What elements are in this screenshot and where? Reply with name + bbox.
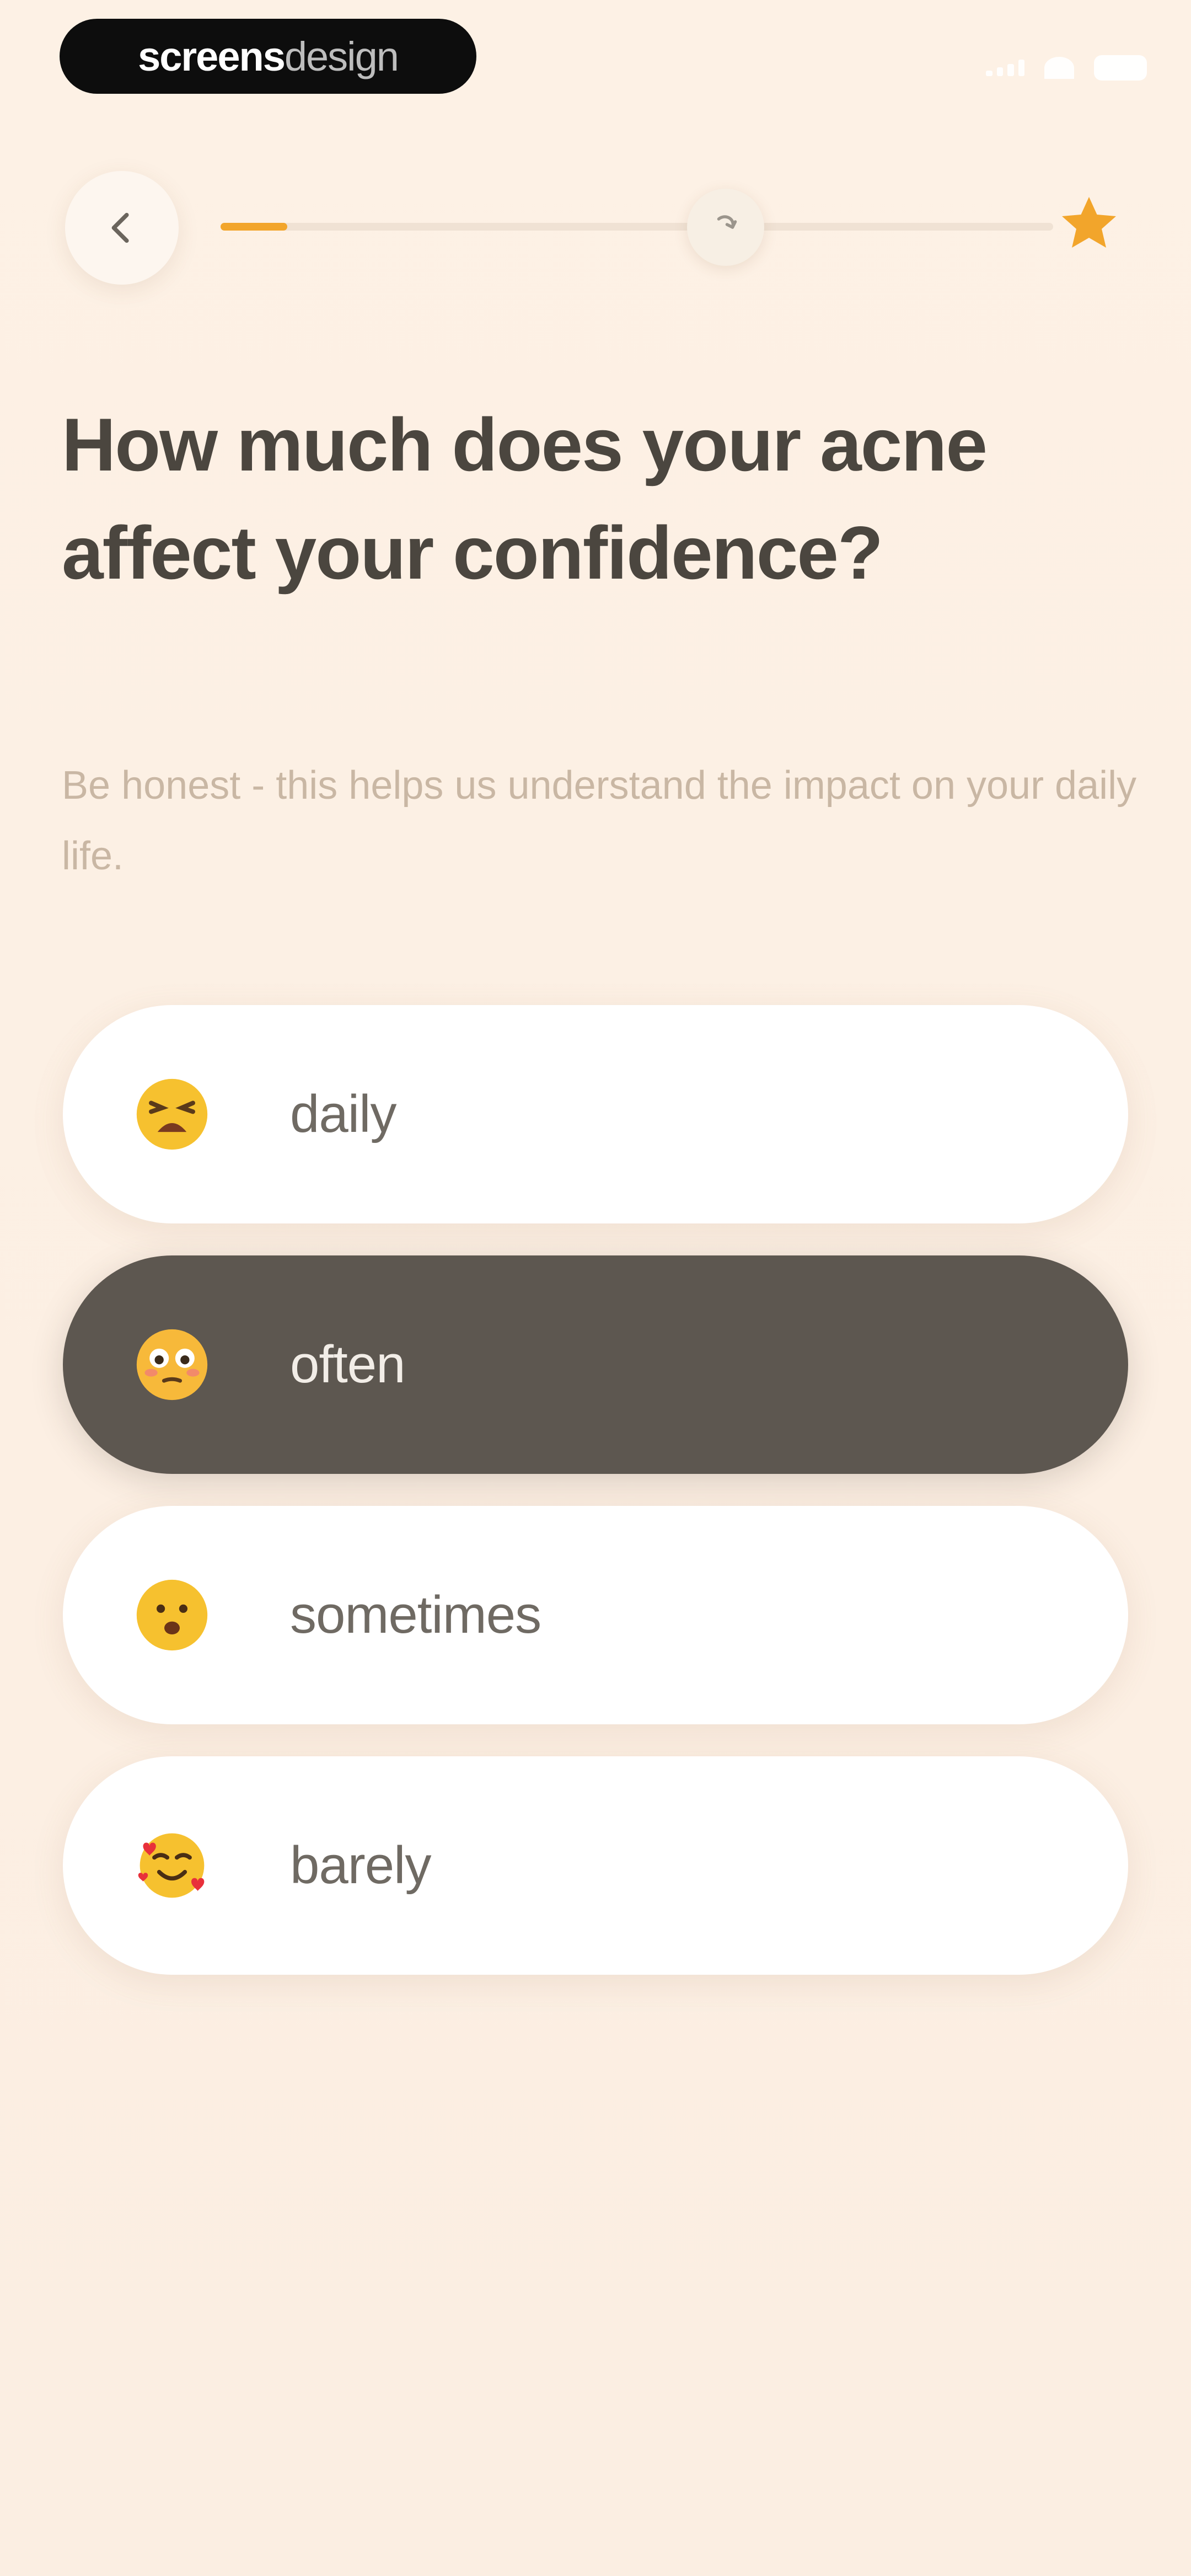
progress-track [221, 223, 1053, 231]
watermark-text-light: design [284, 33, 399, 79]
milestone-marker [687, 189, 764, 266]
watermark-text-bold: screens [138, 33, 286, 79]
option-label: barely [290, 1836, 431, 1895]
signal-icon [986, 60, 1024, 76]
back-button[interactable] [65, 171, 179, 285]
tired-face-emoji [136, 1078, 208, 1150]
answer-options: daily often sometimes barely [63, 1005, 1128, 2007]
anguished-face-emoji [136, 1579, 208, 1651]
status-bar-icons [986, 55, 1147, 81]
question-title: How much does your acne affect your conf… [62, 403, 988, 595]
option-daily[interactable]: daily [63, 1005, 1128, 1223]
smiling-hearts-face-emoji [138, 1833, 205, 1898]
star-icon [1062, 197, 1116, 248]
refresh-arrow-icon [717, 215, 737, 229]
option-often[interactable]: often [63, 1255, 1128, 1474]
question-hint: Be honest - this helps us understand the… [62, 763, 1137, 878]
option-barely[interactable]: barely [63, 1756, 1128, 1975]
wifi-icon [1044, 57, 1074, 79]
chevron-left-icon [111, 212, 129, 243]
battery-icon [1094, 55, 1147, 81]
option-sometimes[interactable]: sometimes [63, 1506, 1128, 1724]
option-label: daily [290, 1084, 396, 1143]
progress-fill [221, 223, 287, 231]
option-label: sometimes [290, 1585, 541, 1644]
watermark-badge: screens design [60, 19, 476, 94]
option-label: often [290, 1335, 406, 1394]
screen: screens design How much does your acne af… [0, 0, 1191, 2576]
flushed-face-emoji [136, 1329, 208, 1401]
